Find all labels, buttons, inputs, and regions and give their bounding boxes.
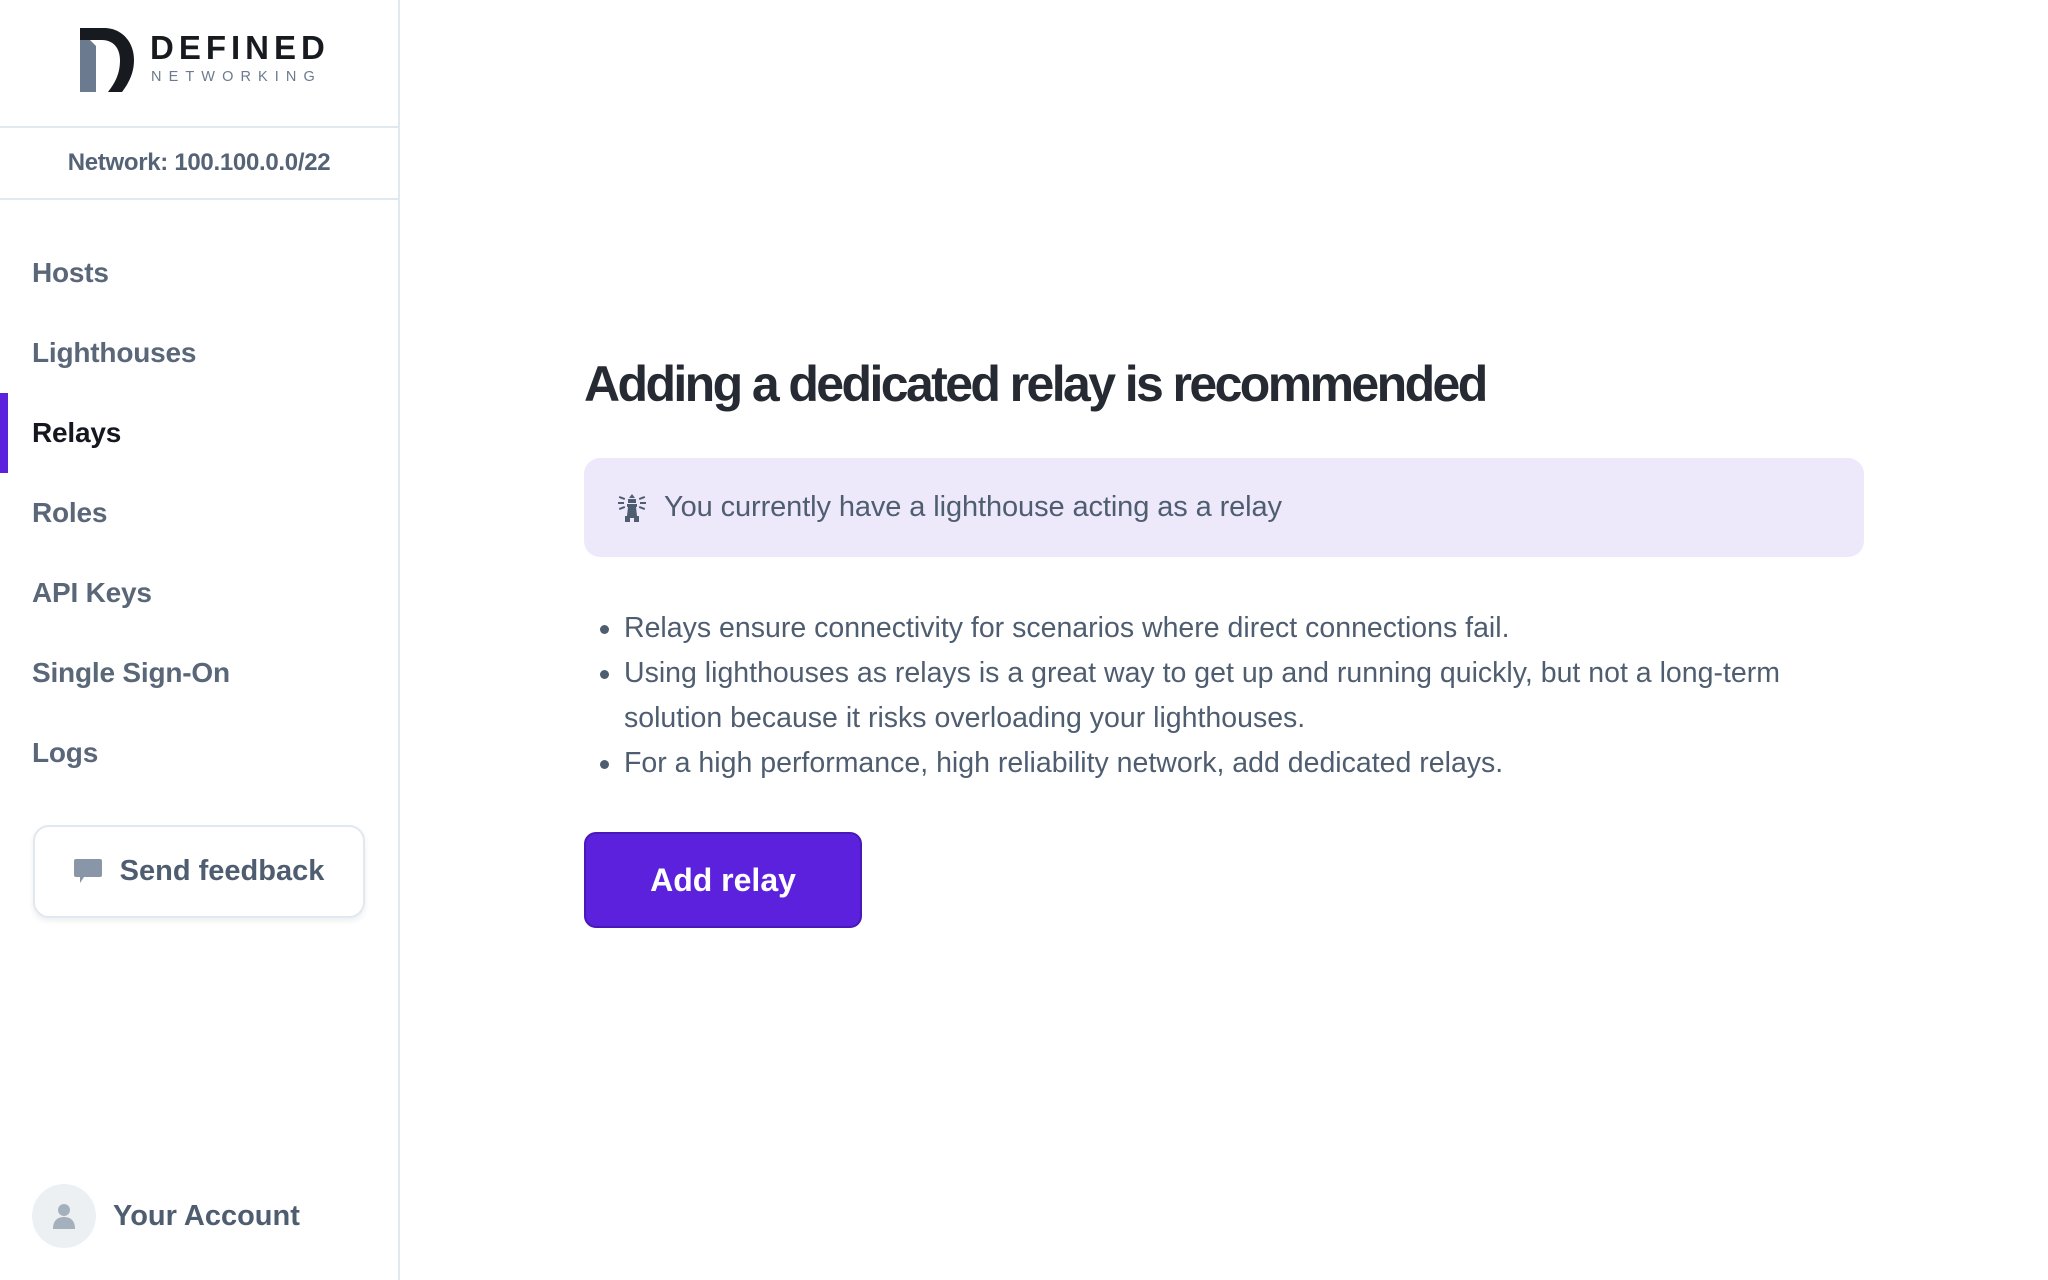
list-item: For a high performance, high reliability… — [600, 741, 1880, 786]
callout-text: You currently have a lighthouse acting a… — [664, 491, 1282, 523]
chat-bubble-icon — [73, 858, 102, 883]
defined-networking-logo-icon — [80, 28, 134, 92]
avatar — [32, 1184, 96, 1248]
user-icon — [53, 1204, 75, 1229]
sidebar-item-hosts[interactable]: Hosts — [0, 233, 398, 313]
sidebar-item-label: Lighthouses — [32, 337, 197, 368]
account-menu[interactable]: Your Account — [32, 1184, 300, 1248]
sidebar-item-label: API Keys — [32, 577, 152, 608]
sidebar-item-label: Logs — [32, 737, 99, 768]
sidebar-item-single-sign-on[interactable]: Single Sign-On — [0, 633, 398, 713]
account-label: Your Account — [113, 1199, 300, 1232]
sidebar-item-lighthouses[interactable]: Lighthouses — [0, 313, 398, 393]
sidebar: DEFINED NETWORKING Network: 100.100.0.0/… — [0, 0, 400, 1280]
list-item: Relays ensure connectivity for scenarios… — [600, 606, 1880, 651]
sidebar-item-label: Hosts — [32, 257, 109, 288]
add-relay-button[interactable]: Add relay — [584, 832, 862, 928]
sidebar-item-label: Roles — [32, 497, 108, 528]
relay-info-list: Relays ensure connectivity for scenarios… — [600, 606, 1880, 786]
page-title: Adding a dedicated relay is recommended — [584, 356, 1488, 412]
info-callout: You currently have a lighthouse acting a… — [584, 458, 1864, 557]
network-label: Network: 100.100.0.0/22 — [0, 128, 398, 200]
send-feedback-label: Send feedback — [119, 855, 325, 887]
brand-logo[interactable]: DEFINED NETWORKING — [0, 0, 398, 128]
sidebar-item-relays[interactable]: Relays — [0, 393, 398, 473]
lighthouse-icon — [618, 493, 646, 522]
brand-name: DEFINED — [150, 29, 330, 66]
list-item: Using lighthouses as relays is a great w… — [600, 651, 1880, 741]
sidebar-item-label: Relays — [32, 417, 122, 448]
sidebar-item-logs[interactable]: Logs — [0, 713, 398, 793]
sidebar-item-api-keys[interactable]: API Keys — [0, 553, 398, 633]
main-content: Adding a dedicated relay is recommended … — [400, 0, 2048, 1280]
send-feedback-button[interactable]: Send feedback — [33, 825, 365, 918]
sidebar-item-roles[interactable]: Roles — [0, 473, 398, 553]
sidebar-item-label: Single Sign-On — [32, 657, 230, 688]
brand-subtitle: NETWORKING — [151, 69, 322, 85]
sidebar-nav: Hosts Lighthouses Relays Roles API Keys … — [0, 233, 398, 793]
